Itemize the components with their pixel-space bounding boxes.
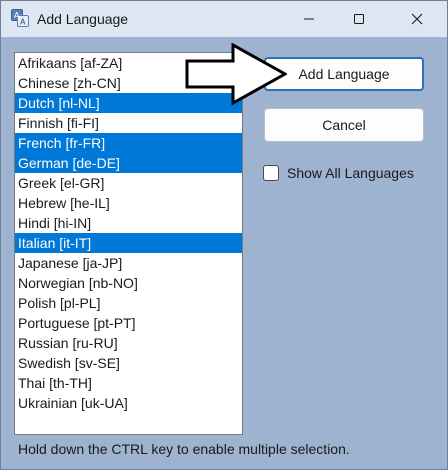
maximize-icon — [354, 14, 364, 24]
minimize-button[interactable] — [285, 1, 333, 37]
cancel-button[interactable]: Cancel — [264, 108, 424, 142]
language-list-item[interactable]: Norwegian [nb-NO] — [15, 273, 242, 293]
language-list-item[interactable]: Finnish [fi-FI] — [15, 113, 242, 133]
language-list-item[interactable]: Portuguese [pt-PT] — [15, 313, 242, 333]
language-list-item[interactable]: Polish [pl-PL] — [15, 293, 242, 313]
language-list-item[interactable]: Swedish [sv-SE] — [15, 353, 242, 373]
minimize-icon — [304, 18, 314, 20]
show-all-languages-checkbox[interactable] — [263, 165, 279, 181]
language-list-item[interactable]: Japanese [ja-JP] — [15, 253, 242, 273]
close-icon — [411, 13, 423, 25]
show-all-languages-label: Show All Languages — [287, 165, 414, 181]
show-all-languages-row[interactable]: Show All Languages — [263, 163, 414, 183]
language-list-item[interactable]: Italian [it-IT] — [15, 233, 242, 253]
language-list-item[interactable]: Russian [ru-RU] — [15, 333, 242, 353]
language-list-item[interactable]: Thai [th-TH] — [15, 373, 242, 393]
title-bar[interactable]: A A Add Language — [1, 1, 447, 37]
language-list-item[interactable]: German [de-DE] — [15, 153, 242, 173]
language-list-item[interactable]: Hebrew [he-IL] — [15, 193, 242, 213]
language-list-item[interactable]: Hindi [hi-IN] — [15, 213, 242, 233]
language-list-item[interactable]: French [fr-FR] — [15, 133, 242, 153]
svg-text:A: A — [20, 18, 26, 27]
language-list-item[interactable]: Greek [el-GR] — [15, 173, 242, 193]
pointer-arrow-icon — [185, 43, 287, 105]
language-listbox[interactable]: Afrikaans [af-ZA] Chinese [zh-CN] Dutch [n… — [14, 52, 243, 435]
add-language-dialog: A A Add Language Afrikaans [af-ZA] Chines… — [0, 0, 448, 470]
translate-app-icon: A A — [11, 9, 29, 27]
maximize-button[interactable] — [335, 1, 383, 37]
language-list-item[interactable]: Ukrainian [uk-UA] — [15, 393, 242, 413]
multi-select-hint: Hold down the CTRL key to enable multipl… — [18, 441, 350, 457]
add-language-button[interactable]: Add Language — [264, 57, 424, 91]
window-title: Add Language — [37, 11, 129, 27]
close-button[interactable] — [393, 1, 441, 37]
